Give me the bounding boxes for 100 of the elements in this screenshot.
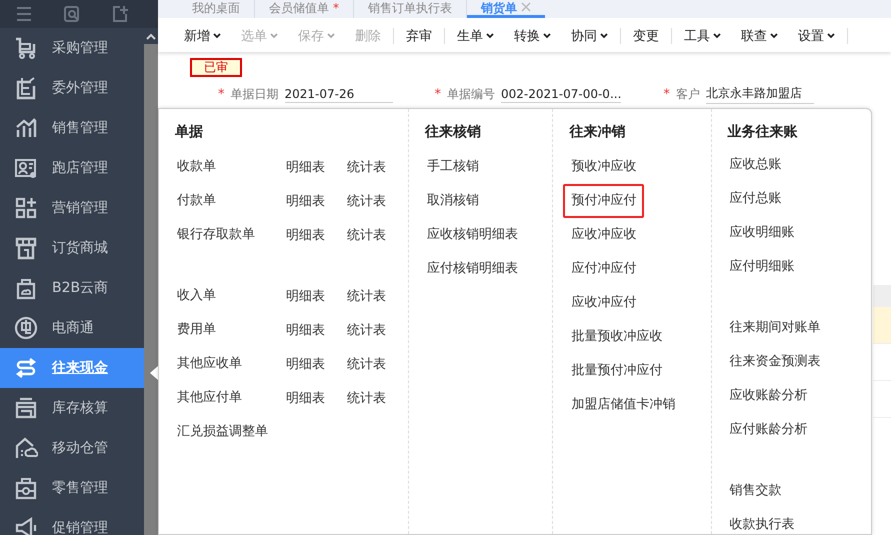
sidebar-item[interactable]: 销售管理 [0,108,144,148]
scrollbar[interactable] [144,0,158,535]
menu-link[interactable]: 明细表 [286,192,347,210]
menu-item[interactable]: 应付明细账 [722,250,803,284]
caret-icon [270,33,278,39]
menu-item[interactable]: 销售交款 [722,474,790,508]
sidebar-item[interactable]: 移动仓管 [0,428,144,468]
field-label: 客户 [676,86,700,102]
menu-link[interactable]: 明细表 [286,158,347,176]
status-badge: 已审 [190,58,242,76]
menu-link[interactable]: 明细表 [286,226,347,244]
menu-item[interactable]: 其他应付单 [169,381,286,415]
menu-item[interactable]: 预付冲应付 [563,184,644,218]
grid-icon [14,196,38,220]
menu-item[interactable]: 银行存取款单 [169,218,286,252]
menu-link[interactable]: 统计表 [346,192,408,210]
tab-label: 销货单 [481,2,517,14]
column-heading: 往来核销 [425,123,482,142]
field-label: 单据编号 [447,86,495,102]
menu-item[interactable]: 其他应收单 [169,347,286,381]
menu-item[interactable]: 应付核销明细表 [419,252,526,286]
menu-link[interactable]: 统计表 [346,389,408,407]
column-heading: 往来冲销 [569,123,626,142]
required-marker: * [434,86,441,102]
tab-label: 销售订单执行表 [368,2,452,14]
circle-icon [14,316,38,340]
table-header [873,285,891,307]
bag-icon [14,276,38,300]
menu-item[interactable]: 应付账龄分析 [722,413,816,447]
menu-link[interactable]: 统计表 [346,355,408,373]
sidebar-item[interactable]: 库存核算 [0,388,144,428]
field-label: 单据日期 [230,86,278,102]
menu-item[interactable]: 应收核销明细表 [419,218,526,252]
menu-item[interactable]: 往来资金预测表 [722,345,829,379]
menu-item[interactable]: 应收账龄分析 [722,379,816,413]
menu-item[interactable]: 收入单 [169,279,286,313]
modified-marker: * [333,2,339,14]
document-icon [14,76,38,100]
caret-icon [600,33,608,39]
menu-item[interactable]: 应收冲应收 [563,218,644,252]
sidebar-item[interactable]: 营销管理 [0,188,144,228]
input-field[interactable]: 2021-07-26 [284,86,392,102]
input-field[interactable]: 北京永丰路加盟店 [706,84,814,104]
menu-item[interactable]: 往来期间对账单 [722,311,829,345]
caret-icon [486,33,494,39]
menu-item[interactable]: 应收总账 [722,148,790,182]
menu-item[interactable]: 收款执行表 [722,508,803,534]
tab[interactable]: 会员储值单 * [255,0,354,18]
sidebar-item[interactable]: 订货商城 [0,228,144,268]
menu-item[interactable]: 批量预付冲应付 [563,354,670,388]
menu-item[interactable]: 应付冲应付 [563,252,644,286]
search-icon[interactable] [63,5,81,23]
menu-link[interactable]: 统计表 [346,321,408,339]
chevron-up-icon[interactable] [146,32,156,40]
column-heading: 单据 [175,123,204,142]
menu-item[interactable]: 应付总账 [722,182,790,216]
dropdown-button[interactable]: 协同 [561,24,618,48]
dropdown-button[interactable]: 转换 [504,24,561,48]
menu-item[interactable]: 收款单 [169,150,286,184]
dropdown-button[interactable]: 设置 [788,24,845,48]
menu-item[interactable]: 应收明细账 [722,216,803,250]
menu-icon[interactable] [15,5,33,23]
menu-item[interactable]: 手工核销 [419,150,487,184]
sidebar-item[interactable]: 委外管理 [0,68,144,108]
sidebar-item[interactable]: 跑店管理 [0,148,144,188]
add-document-icon[interactable] [111,5,129,23]
required-marker: * [663,86,670,102]
arrows-icon [14,356,38,380]
dropdown-button[interactable]: 工具 [671,28,731,44]
menu-link[interactable]: 统计表 [346,226,408,244]
input-field[interactable]: 002-2021-07-00-0... [501,86,622,102]
dropdown-button[interactable]: 新增 [174,24,231,48]
menu-item[interactable]: 取消核销 [419,184,487,218]
caret-icon [827,33,835,39]
megaphone-icon [14,516,38,535]
menu-item[interactable]: 付款单 [169,184,286,218]
sidebar-item[interactable]: 零售管理 [0,468,144,508]
dropdown-button[interactable]: 联查 [731,24,788,48]
menu-item[interactable]: 汇兑损益调整单 [169,415,276,449]
toolbar-button[interactable]: 弃审 [393,28,442,44]
table-row [873,307,891,344]
menu-item[interactable]: 费用单 [169,313,286,347]
menu-item[interactable]: 批量预收冲应收 [563,320,670,354]
tab-label: 会员储值单 [269,2,329,14]
sidebar-item[interactable]: B2B云商 [0,268,144,308]
menu-link[interactable]: 统计表 [346,287,408,305]
menu-link[interactable]: 明细表 [286,389,347,407]
dropdown-button[interactable]: 生单 [444,28,504,44]
sidebar-item[interactable]: 促销管理 [0,508,144,535]
menu-link[interactable]: 统计表 [346,158,408,176]
menu-item[interactable]: 预收冲应收 [563,150,644,184]
caret-icon [213,33,221,39]
menu-link[interactable]: 明细表 [286,287,347,305]
toolbar-button[interactable]: 变更 [620,28,669,44]
menu-link[interactable]: 明细表 [286,321,347,339]
sidebar-item[interactable]: 采购管理 [0,28,144,68]
menu-link[interactable]: 明细表 [286,355,347,373]
menu-item[interactable]: 应收冲应付 [563,286,644,320]
menu-item[interactable]: 加盟店储值卡冲销 [563,388,684,422]
sidebar-item[interactable]: 电商通 [0,308,144,348]
